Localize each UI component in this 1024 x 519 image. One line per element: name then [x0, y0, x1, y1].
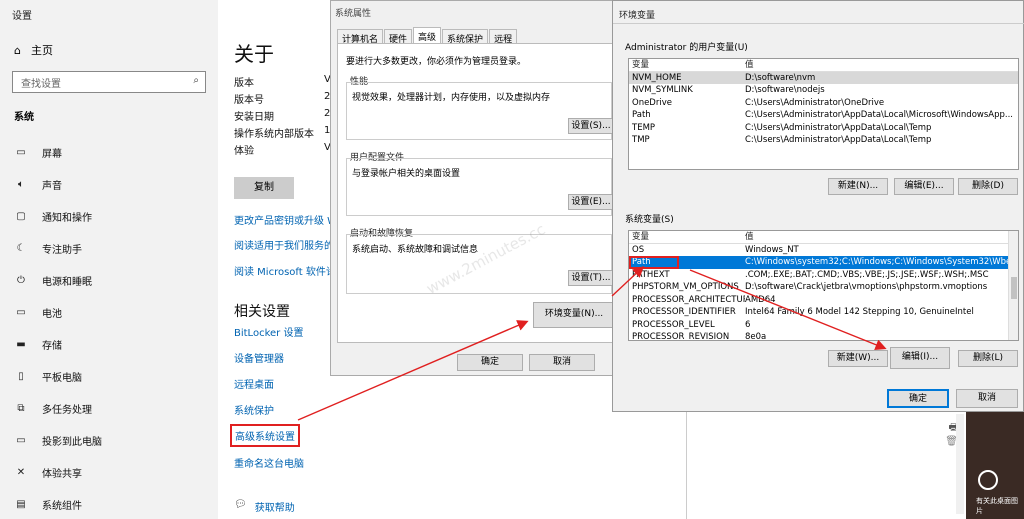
arrow-to-path	[611, 266, 645, 297]
annotation-arrows	[297, 266, 887, 421]
arrow-to-edit	[689, 269, 887, 351]
arrow-to-env-button	[297, 320, 529, 421]
